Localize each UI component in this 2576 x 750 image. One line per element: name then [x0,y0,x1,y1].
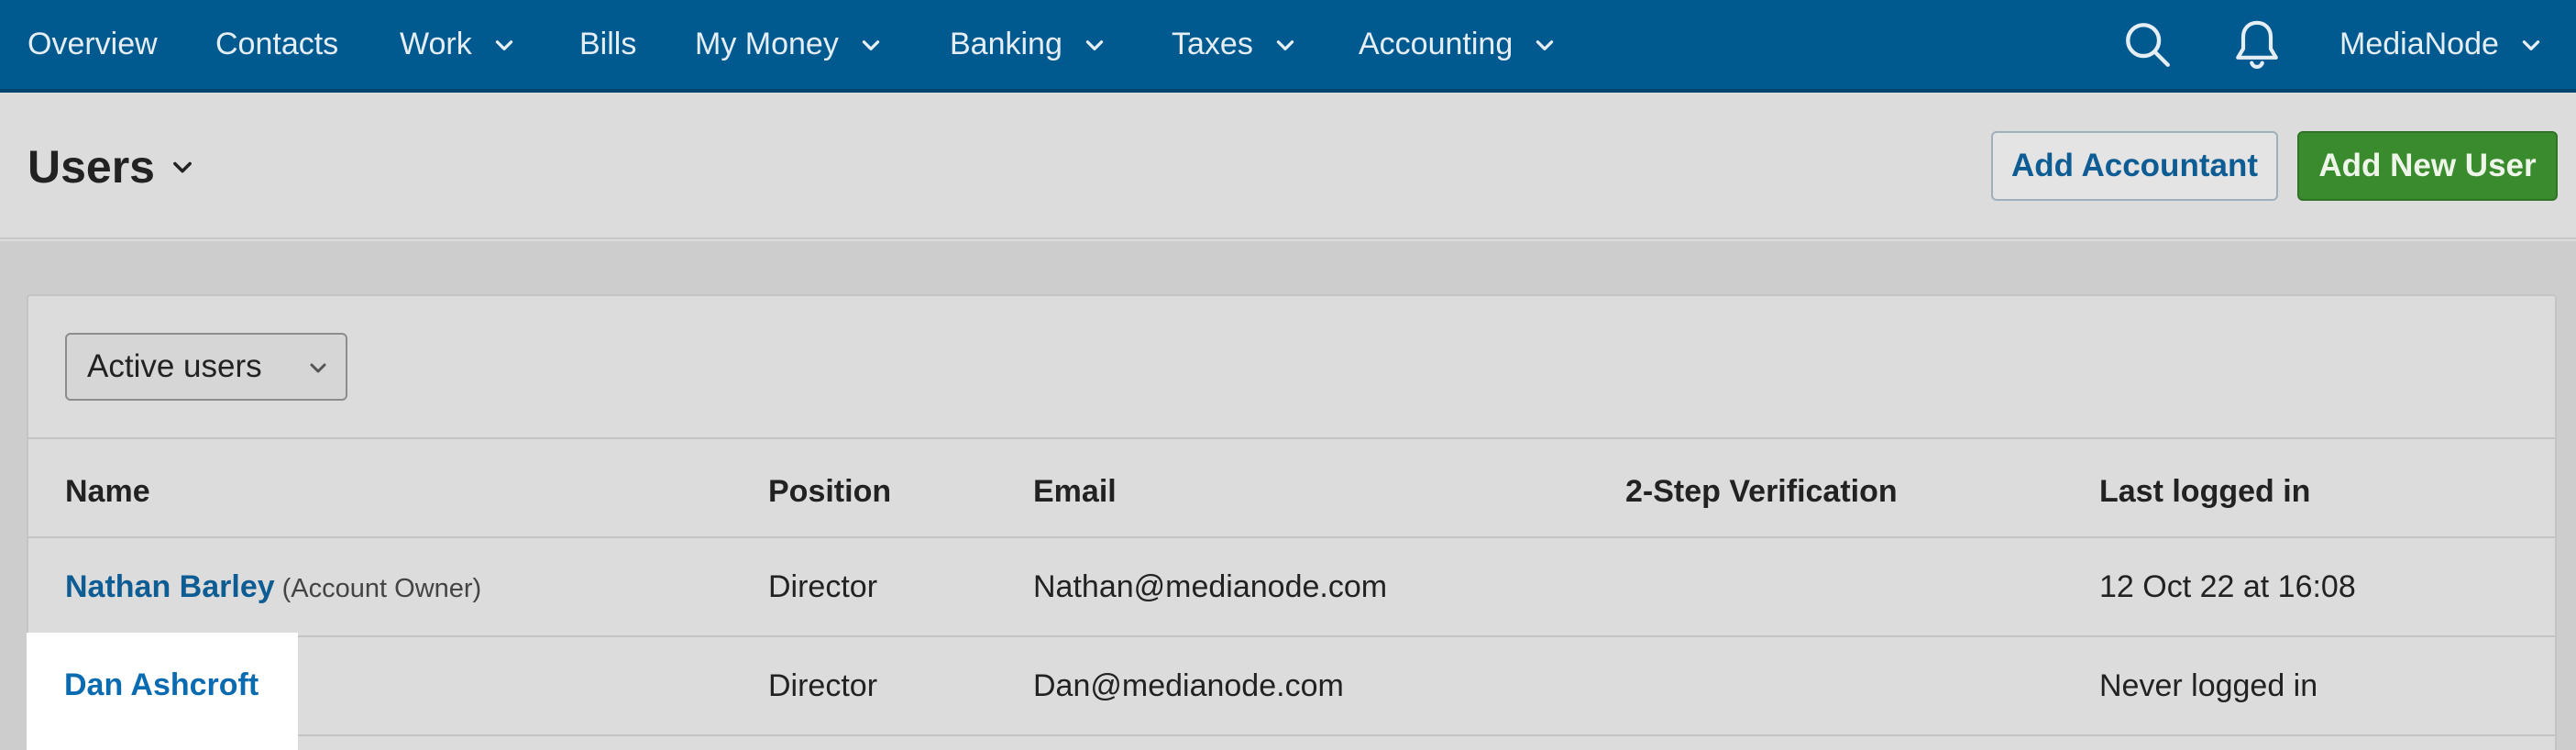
column-header-2-step-verification[interactable]: 2-Step Verification [1625,474,1898,510]
nav-item-label: Taxes [1172,27,1253,61]
nav-item-work[interactable]: Work [400,0,516,89]
column-header-name[interactable]: Name [65,474,150,510]
user-filter-select[interactable]: Active users [65,333,347,401]
chevron-down-icon [862,39,880,50]
account-name: MediaNode [2339,27,2499,61]
nav-item-accounting[interactable]: Accounting [1359,0,1557,89]
nav-item-label: My Money [695,27,839,61]
chevron-down-icon [1536,39,1554,50]
top-navigation: Overview Contacts Work Bills My Money Ba… [0,0,2576,93]
chevron-down-icon [495,39,512,50]
nav-item-label: Contacts [215,27,339,61]
account-menu[interactable]: MediaNode [2339,0,2543,89]
nav-item-banking[interactable]: Banking [950,0,1106,89]
user-filter-value: Active users [87,348,262,384]
chevron-down-icon [2522,39,2540,50]
user-position: Director [768,668,878,703]
nav-item-taxes[interactable]: Taxes [1172,0,1297,89]
account-owner-tag: (Account Owner) [281,574,482,603]
chevron-down-icon [310,363,326,373]
nav-item-my-money[interactable]: My Money [695,0,883,89]
user-name-link[interactable]: Nathan Barley [65,569,275,604]
user-position: Director [768,569,878,604]
chevron-down-icon [1276,39,1294,50]
nav-item-overview[interactable]: Overview [28,0,158,89]
page-header: Users Add Accountant Add New User [0,93,2576,239]
nav-item-label: Accounting [1359,27,1514,61]
highlighted-name-cell: Dan Ashcroft [27,633,298,750]
table-row: Nathan Barley (Account Owner) Director Na… [28,538,2555,637]
bell-icon [2236,20,2278,69]
column-header-email[interactable]: Email [1033,474,1117,510]
notifications-button[interactable] [2231,0,2283,89]
content-area: Active users Name Position Email 2-Step … [0,241,2576,750]
search-icon [2126,22,2170,67]
chevron-down-icon [1085,39,1104,50]
column-header-position[interactable]: Position [768,474,891,510]
page-title-dropdown[interactable]: Users [28,140,195,193]
chevron-down-icon [173,161,192,173]
add-accountant-button[interactable]: Add Accountant [1991,131,2278,201]
user-name-link[interactable]: Dan Ashcroft [64,667,259,703]
nav-item-bills[interactable]: Bills [579,0,636,89]
column-header-last-logged-in[interactable]: Last logged in [2099,474,2310,510]
nav-item-label: Overview [28,27,158,61]
nav-item-label: Work [400,27,472,61]
user-last-login: 12 Oct 22 at 16:08 [2099,569,2356,604]
nav-item-label: Banking [950,27,1062,61]
users-card: Active users Name Position Email 2-Step … [27,294,2557,750]
add-new-user-button[interactable]: Add New User [2297,131,2558,201]
search-button[interactable] [2121,0,2174,89]
user-name-cell: Nathan Barley (Account Owner) [65,569,481,605]
user-last-login: Never logged in [2099,668,2318,703]
nav-item-label: Bills [579,27,637,61]
user-email: Dan@medianode.com [1033,668,1344,703]
page-title: Users [28,141,155,193]
table-row: Director Dan@medianode.com Never logged … [28,637,2555,736]
nav-item-contacts[interactable]: Contacts [215,0,338,89]
user-email: Nathan@medianode.com [1033,569,1388,604]
table-header: Name Position Email 2-Step Verification … [28,437,2555,538]
